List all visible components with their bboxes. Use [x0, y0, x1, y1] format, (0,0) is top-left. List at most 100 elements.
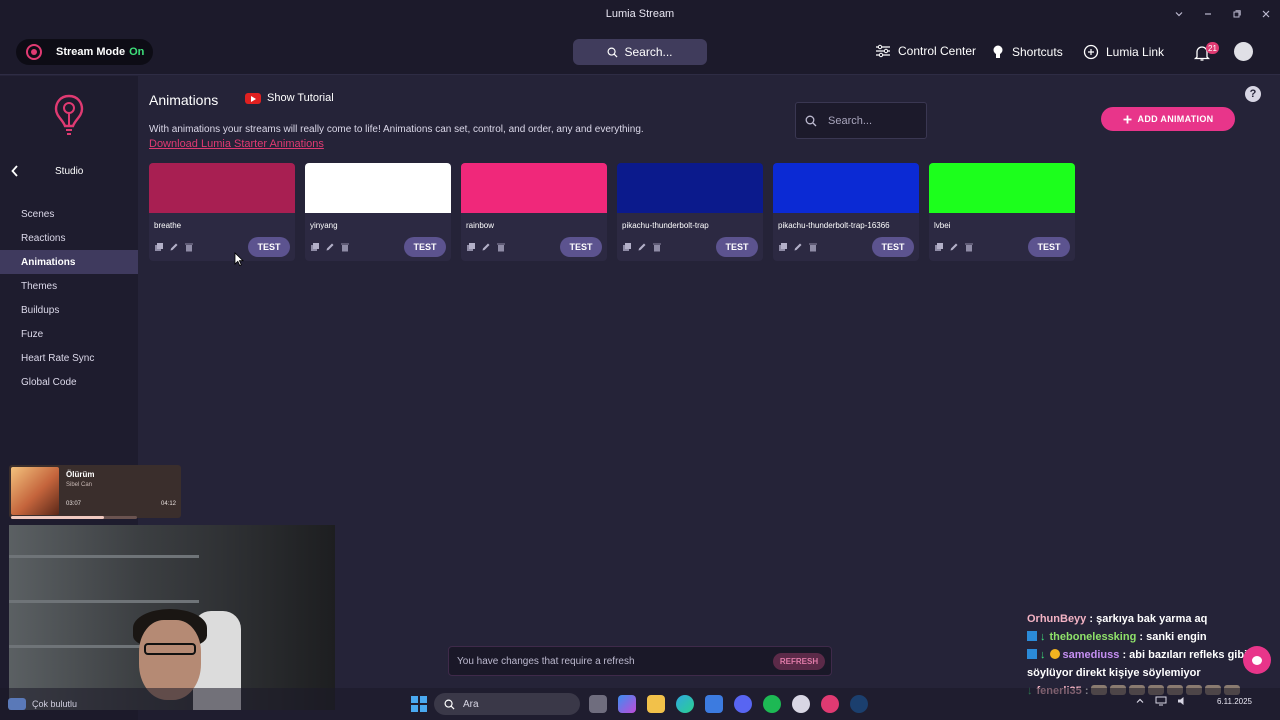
- restore-button[interactable]: [1222, 0, 1251, 28]
- obs-icon[interactable]: [792, 695, 810, 713]
- taskbar-date[interactable]: 6.11.2025: [1217, 697, 1252, 706]
- edit-icon[interactable]: [169, 242, 179, 252]
- stream-mode-label: Stream Mode: [56, 46, 126, 58]
- animation-card[interactable]: rainbow TEST: [461, 163, 607, 261]
- sidebar-item-themes[interactable]: Themes: [0, 274, 138, 298]
- stream-mode-toggle[interactable]: Stream Mode On: [16, 39, 153, 65]
- refresh-notice: You have changes that require a refresh …: [448, 646, 832, 676]
- steam-icon[interactable]: [850, 695, 868, 713]
- edit-icon[interactable]: [325, 242, 335, 252]
- weather-widget[interactable]: Çok bulutlu: [8, 698, 77, 710]
- animation-card[interactable]: lvbei TEST: [929, 163, 1075, 261]
- minimize-button[interactable]: [1193, 0, 1222, 28]
- trash-icon[interactable]: [340, 242, 350, 252]
- show-tutorial-button[interactable]: Show Tutorial: [245, 92, 334, 104]
- copy-icon[interactable]: [310, 242, 320, 252]
- shortcuts-button[interactable]: Shortcuts: [991, 44, 1063, 60]
- refresh-button[interactable]: REFRESH: [773, 653, 825, 670]
- avatar[interactable]: [1234, 42, 1253, 61]
- edit-icon[interactable]: [793, 242, 803, 252]
- download-starter-animations-link[interactable]: Download Lumia Starter Animations: [149, 138, 324, 150]
- song-progress-bar: [11, 516, 137, 519]
- sidebar-item-animations[interactable]: Animations: [0, 250, 138, 274]
- spotify-icon[interactable]: [763, 695, 781, 713]
- sidebar-item-reactions[interactable]: Reactions: [0, 226, 138, 250]
- file-explorer-icon[interactable]: [647, 695, 665, 713]
- global-search-button[interactable]: Search...: [573, 39, 707, 65]
- sidebar-menu: Scenes Reactions Animations Themes Build…: [0, 202, 138, 394]
- sidebar-item-scenes[interactable]: Scenes: [0, 202, 138, 226]
- test-animation-button[interactable]: TEST: [1028, 237, 1070, 257]
- chevron-up-icon[interactable]: [1135, 696, 1145, 706]
- store-icon[interactable]: [705, 695, 723, 713]
- arrow-badge-icon: ↓: [1040, 649, 1046, 661]
- copy-icon[interactable]: [154, 242, 164, 252]
- animation-color-preview: [149, 163, 295, 213]
- animation-card[interactable]: pikachu-thunderbolt-trap-16366 TEST: [773, 163, 919, 261]
- back-arrow-icon[interactable]: [11, 165, 19, 177]
- window-titlebar: Lumia Stream: [0, 0, 1280, 28]
- chat-bubble-icon[interactable]: [1243, 646, 1271, 674]
- control-center-button[interactable]: Control Center: [875, 44, 976, 58]
- discord-icon[interactable]: [734, 695, 752, 713]
- test-animation-button[interactable]: TEST: [716, 237, 758, 257]
- copy-icon[interactable]: [622, 242, 632, 252]
- copy-icon[interactable]: [778, 242, 788, 252]
- help-icon[interactable]: ?: [1245, 86, 1261, 102]
- task-view-icon[interactable]: [589, 695, 607, 713]
- test-animation-button[interactable]: TEST: [872, 237, 914, 257]
- mouse-cursor-icon: [234, 252, 244, 266]
- copy-icon[interactable]: [466, 242, 476, 252]
- add-animation-button[interactable]: ADD ANIMATION: [1101, 107, 1235, 131]
- plus-icon: [1123, 115, 1132, 123]
- trash-icon[interactable]: [808, 242, 818, 252]
- sidebar-item-heart-rate-sync[interactable]: Heart Rate Sync: [0, 346, 138, 370]
- edit-icon[interactable]: [637, 242, 647, 252]
- chevron-down-icon[interactable]: [1164, 0, 1193, 28]
- taskbar-search-label: Ara: [463, 698, 479, 710]
- copilot-icon[interactable]: [618, 695, 636, 713]
- animation-name: rainbow: [466, 221, 495, 230]
- sidebar-item-fuze[interactable]: Fuze: [0, 322, 138, 346]
- sidebar-item-buildups[interactable]: Buildups: [0, 298, 138, 322]
- close-button[interactable]: [1251, 0, 1280, 28]
- trash-icon[interactable]: [496, 242, 506, 252]
- copy-icon[interactable]: [934, 242, 944, 252]
- animation-card[interactable]: pikachu-thunderbolt-trap TEST: [617, 163, 763, 261]
- animation-color-preview: [929, 163, 1075, 213]
- taskbar-search[interactable]: Ara: [434, 693, 580, 715]
- chat-text: : sanki engin: [1139, 631, 1207, 643]
- stream-mode-icon: [26, 44, 42, 60]
- test-animation-button[interactable]: TEST: [248, 237, 290, 257]
- weather-label: Çok bulutlu: [32, 699, 78, 709]
- shortcuts-label: Shortcuts: [1012, 45, 1063, 59]
- edit-icon[interactable]: [949, 242, 959, 252]
- sidebar-item-global-code[interactable]: Global Code: [0, 370, 138, 394]
- top-navigation: Stream Mode On Search... Control Center …: [0, 28, 1280, 75]
- studio-header: Studio: [0, 162, 138, 180]
- animation-card[interactable]: yinyang TEST: [305, 163, 451, 261]
- animation-card-actions: [310, 242, 350, 252]
- test-animation-button[interactable]: TEST: [560, 237, 602, 257]
- network-icon[interactable]: [1155, 696, 1167, 706]
- edge-icon[interactable]: [676, 695, 694, 713]
- volume-icon[interactable]: [1177, 696, 1189, 706]
- chat-text: söylüyor direkt kişiye söylemiyor: [1027, 667, 1201, 679]
- animation-search-input[interactable]: Search...: [795, 102, 927, 139]
- windows-start-icon[interactable]: [411, 696, 427, 712]
- trash-icon[interactable]: [652, 242, 662, 252]
- lumia-icon[interactable]: [821, 695, 839, 713]
- glasses: [144, 643, 196, 655]
- page-description: With animations your streams will really…: [149, 124, 644, 135]
- animation-card-actions: [466, 242, 506, 252]
- song-duration: 04:12: [160, 501, 176, 507]
- lumia-link-button[interactable]: Lumia Link: [1083, 44, 1164, 60]
- test-animation-button[interactable]: TEST: [404, 237, 446, 257]
- trash-icon[interactable]: [964, 242, 974, 252]
- edit-icon[interactable]: [481, 242, 491, 252]
- animation-card[interactable]: breathe TEST: [149, 163, 295, 261]
- trash-icon[interactable]: [184, 242, 194, 252]
- animation-color-preview: [461, 163, 607, 213]
- link-icon: [1083, 44, 1099, 60]
- animation-name: pikachu-thunderbolt-trap-16366: [778, 221, 890, 230]
